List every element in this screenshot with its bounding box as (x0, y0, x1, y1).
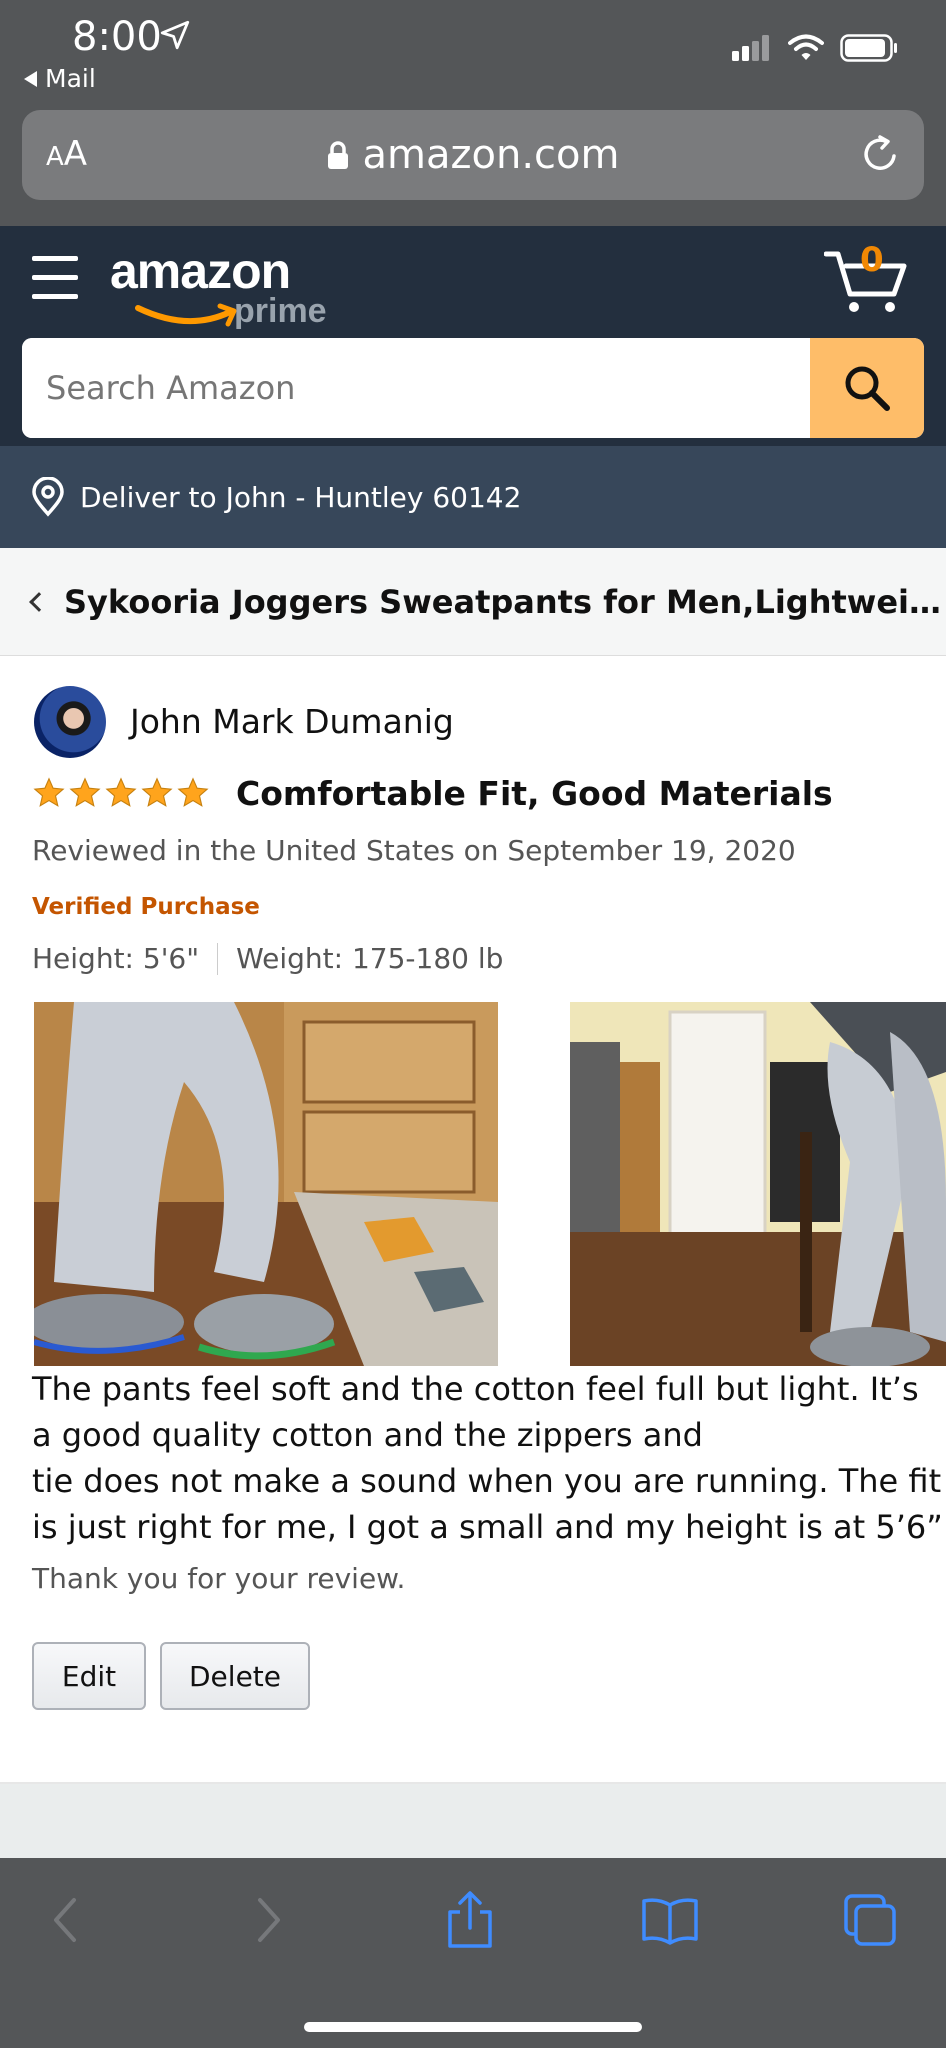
star-rating (32, 776, 210, 810)
avatar (34, 686, 106, 758)
cart-button[interactable]: 0 (823, 240, 908, 316)
review-author: John Mark Dumanig (130, 702, 454, 741)
url-host-text: amazon.com (362, 132, 620, 178)
review-body-line: tie does not make a sound when you are r… (32, 1462, 942, 1500)
chevron-left-icon (29, 591, 49, 612)
status-time: 8:00 (72, 14, 162, 60)
search-bar (22, 338, 924, 438)
review-body-line: a good quality cotton and the zippers an… (32, 1416, 703, 1454)
star-icon (177, 777, 209, 807)
url-host[interactable]: amazon.com (22, 132, 924, 178)
cart-count: 0 (860, 240, 884, 280)
deliver-to-text: Deliver to John - Huntley 60142 (80, 480, 522, 514)
page-footer-gap (0, 1784, 946, 1858)
review-title: Comfortable Fit, Good Materials (236, 774, 833, 813)
photo-1-image (34, 1002, 498, 1366)
location-pin-icon (32, 477, 64, 517)
browser-top-chrome: 8:00 Mail AA amazon.com (0, 0, 946, 226)
battery-icon (840, 34, 897, 62)
amazon-prime-logo[interactable]: amazon prime (110, 242, 330, 338)
logo-prime: prime (234, 292, 327, 330)
weight-attribute: Weight: 175-180 lb (236, 942, 504, 975)
photo-2-image (570, 1002, 946, 1366)
review-card: John Mark Dumanig Comfortable Fit, Good … (0, 656, 946, 1784)
browser-toolbar (0, 1858, 946, 2048)
review-body: The pants feel soft and the cotton feel … (32, 1366, 946, 1550)
search-icon (845, 366, 890, 411)
back-triangle-icon (24, 70, 37, 87)
review-body-line: The pants feel soft and the cotton feel … (32, 1370, 919, 1408)
home-indicator (304, 2022, 642, 2032)
edit-button[interactable]: Edit (32, 1642, 146, 1710)
reload-icon[interactable] (858, 132, 902, 176)
back-to-app[interactable]: Mail (24, 64, 96, 93)
height-attribute: Height: 5'6" (32, 942, 200, 975)
share-icon[interactable] (438, 1888, 502, 1952)
product-title: Sykooria Joggers Sweatpants for Men,Ligh… (64, 582, 944, 621)
delete-button[interactable]: Delete (160, 1642, 310, 1710)
product-breadcrumb[interactable]: Sykooria Joggers Sweatpants for Men,Ligh… (0, 548, 946, 656)
attribute-divider (217, 942, 219, 975)
menu-icon[interactable] (32, 256, 78, 300)
signal-icon (732, 35, 769, 61)
review-body-line: is just right for me, I got a small and … (32, 1508, 946, 1546)
chevron-right-icon[interactable] (236, 1888, 300, 1952)
star-icon (69, 777, 101, 807)
bookmarks-icon[interactable] (638, 1888, 702, 1952)
review-photo-1[interactable] (34, 1002, 498, 1366)
search-input[interactable] (22, 338, 810, 438)
back-app-label: Mail (45, 64, 96, 93)
location-arrow-icon (160, 20, 190, 50)
star-icon (33, 777, 65, 807)
review-photo-2[interactable] (570, 1002, 946, 1366)
deliver-to-bar[interactable]: Deliver to John - Huntley 60142 (0, 446, 946, 548)
star-icon (141, 777, 173, 807)
star-icon (105, 777, 137, 807)
thank-you-note: Thank you for your review. (32, 1562, 406, 1595)
amazon-header: amazon prime 0 (0, 226, 946, 446)
logo-smile-icon (135, 303, 237, 327)
tabs-icon[interactable] (838, 1888, 902, 1952)
verified-purchase-badge: Verified Purchase (32, 894, 260, 920)
reviewer-attributes: Height: 5'6" Weight: 175-180 lb (32, 942, 503, 975)
status-indicators (732, 34, 898, 62)
wifi-icon (788, 34, 824, 60)
chevron-left-icon[interactable] (34, 1888, 98, 1952)
review-date: Reviewed in the United States on Septemb… (32, 834, 796, 867)
search-button[interactable] (810, 338, 924, 438)
lock-icon (327, 141, 348, 169)
address-bar[interactable]: AA amazon.com (22, 110, 924, 200)
